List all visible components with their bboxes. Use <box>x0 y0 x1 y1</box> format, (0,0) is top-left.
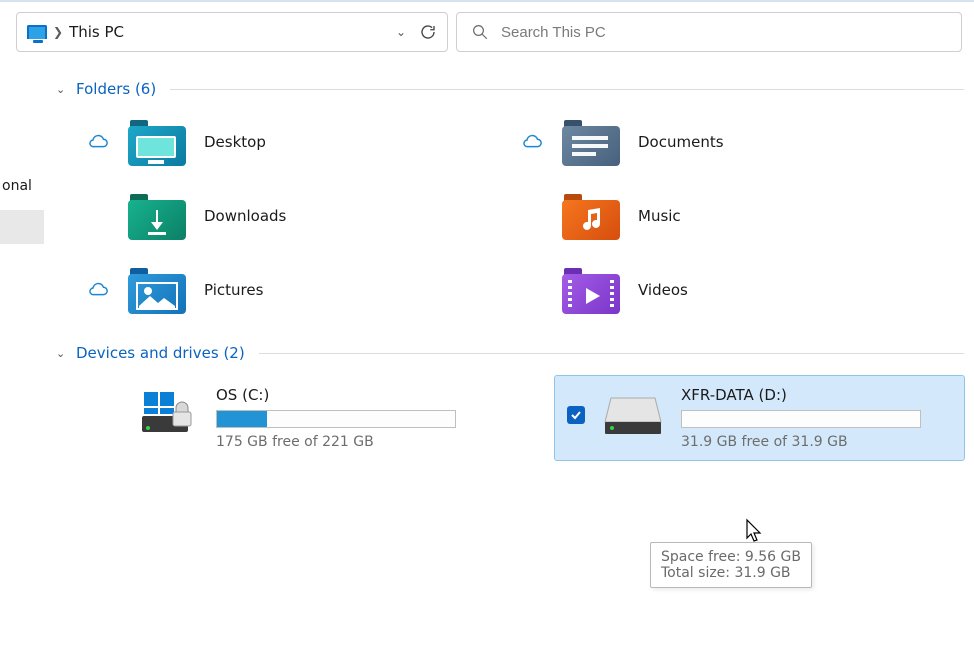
drive-free-text: 175 GB free of 221 GB <box>216 434 523 450</box>
videos-folder-icon <box>562 266 620 314</box>
cloud-sync-icon <box>520 134 544 150</box>
folder-label: Downloads <box>204 207 286 225</box>
search-box[interactable] <box>456 12 962 52</box>
folder-label: Pictures <box>204 281 263 299</box>
hdd-drive-icon <box>603 388 663 436</box>
refresh-button[interactable] <box>415 23 441 41</box>
drives-header[interactable]: Devices and drives (2) <box>76 344 245 362</box>
collapse-drives[interactable]: ⌄ <box>56 347 70 360</box>
folder-downloads[interactable]: Downloads <box>86 192 520 240</box>
nav-item-selected-partial[interactable] <box>0 210 44 244</box>
folder-desktop[interactable]: Desktop <box>86 118 520 166</box>
cloud-sync-icon <box>86 282 110 298</box>
music-folder-icon <box>562 192 620 240</box>
folder-documents[interactable]: Documents <box>520 118 954 166</box>
location-text[interactable]: This PC <box>69 23 130 41</box>
nav-tree-partial[interactable]: onal <box>0 62 44 244</box>
folder-music[interactable]: Music <box>520 192 954 240</box>
folder-pictures[interactable]: Pictures <box>86 266 520 314</box>
collapse-folders[interactable]: ⌄ <box>56 83 70 96</box>
downloads-folder-icon <box>128 192 186 240</box>
cursor-icon <box>745 518 765 544</box>
documents-folder-icon <box>562 118 620 166</box>
desktop-folder-icon <box>128 118 186 166</box>
selection-checkbox[interactable] <box>567 406 585 424</box>
chevron-right-icon[interactable]: ❯ <box>47 25 69 39</box>
folders-header[interactable]: Folders (6) <box>76 80 156 98</box>
folder-label: Desktop <box>204 133 266 151</box>
drive-d[interactable]: XFR-DATA (D:) 31.9 GB free of 31.9 GB <box>555 376 964 460</box>
drive-usage-bar <box>681 410 921 428</box>
folder-label: Videos <box>638 281 688 299</box>
cloud-sync-icon <box>86 134 110 150</box>
drive-usage-bar <box>216 410 456 428</box>
drive-name: XFR-DATA (D:) <box>681 386 952 404</box>
drive-c[interactable]: OS (C:) 175 GB free of 221 GB <box>126 376 535 460</box>
history-dropdown[interactable]: ⌄ <box>387 25 415 39</box>
os-drive-icon <box>138 388 198 436</box>
drive-tooltip: Space free: 9.56 GB Total size: 31.9 GB <box>650 542 812 588</box>
address-bar[interactable]: ❯ This PC ⌄ <box>16 12 448 52</box>
pictures-folder-icon <box>128 266 186 314</box>
folder-videos[interactable]: Videos <box>520 266 954 314</box>
folder-label: Music <box>638 207 681 225</box>
search-icon <box>471 23 489 41</box>
drive-name: OS (C:) <box>216 386 523 404</box>
nav-item-partial[interactable]: onal <box>0 62 44 200</box>
this-pc-crumb[interactable] <box>27 25 47 39</box>
monitor-icon <box>27 25 47 39</box>
drive-free-text: 31.9 GB free of 31.9 GB <box>681 434 952 450</box>
search-input[interactable] <box>501 24 947 41</box>
folder-label: Documents <box>638 133 724 151</box>
